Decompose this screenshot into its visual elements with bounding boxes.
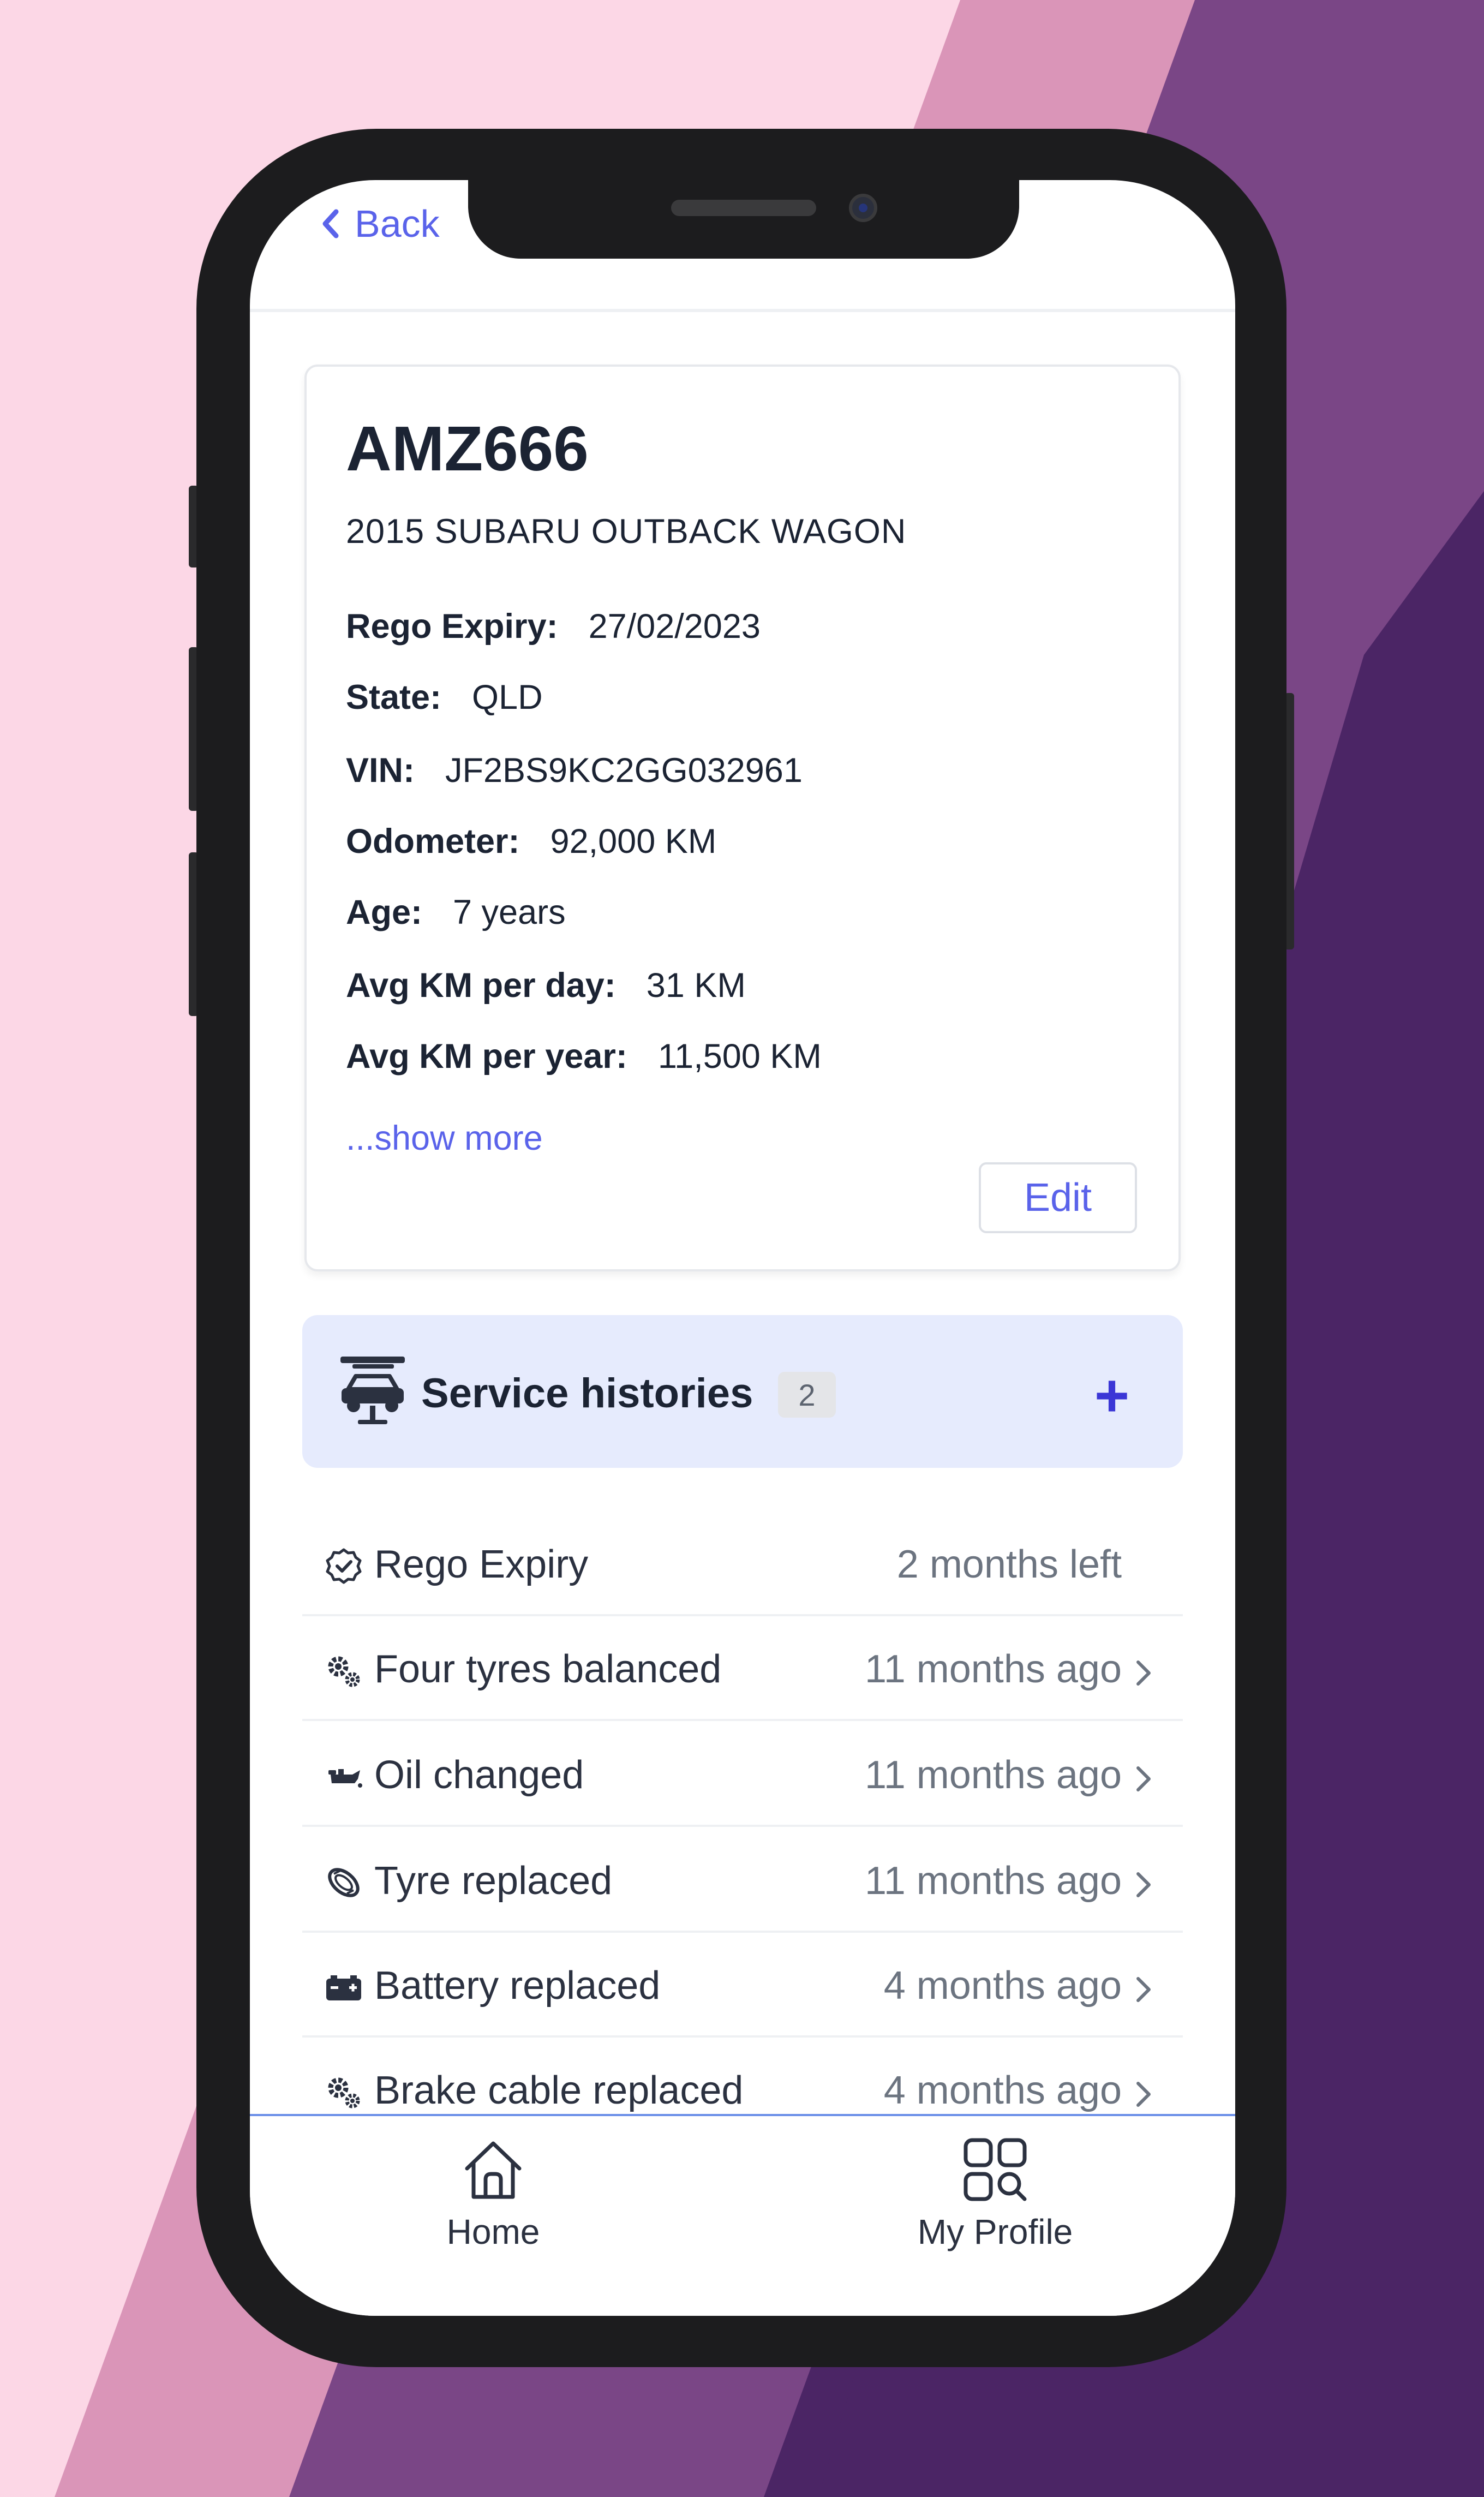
chevron-right-icon (1136, 2082, 1151, 2107)
vehicle-model: 2015 SUBARU OUTBACK WAGON (346, 512, 907, 551)
show-more-link[interactable]: ...show more (346, 1119, 543, 1158)
history-time: 4 months ago (883, 1964, 1122, 2008)
detail-odometer: Odometer: 92,000 KM (346, 822, 716, 861)
history-item-four-tyres-balanced[interactable]: Four tyres balanced 11 months ago (302, 1616, 1183, 1721)
detail-value: 7 years (453, 893, 566, 931)
history-label: Oil changed (374, 1753, 584, 1797)
detail-key: State: (346, 678, 442, 716)
chevron-right-icon (1136, 1977, 1151, 2002)
history-label: Battery replaced (374, 1964, 661, 2008)
chevron-right-icon (1136, 1872, 1151, 1897)
chevron-right-icon (1136, 1660, 1151, 1686)
detail-key: Avg KM per day: (346, 966, 616, 1005)
app-screen: Back AMZ666 2015 SUBARU OUTBACK WAGON Re… (250, 180, 1235, 2316)
detail-vin: VIN: JF2BS9KC2GG032961 (346, 751, 803, 790)
tab-my-profile-label: My Profile (917, 2212, 1073, 2251)
divider (302, 1719, 1183, 1721)
history-label: Brake cable replaced (374, 2069, 744, 2112)
tab-home-label: Home (446, 2212, 540, 2251)
service-count-badge: 2 (778, 1372, 836, 1418)
detail-value: 27/02/2023 (588, 607, 761, 646)
detail-state: State: QLD (346, 678, 543, 717)
divider (302, 1825, 1183, 1827)
detail-value: 11,500 KM (657, 1037, 822, 1076)
oil-can-icon (328, 1769, 362, 1788)
history-time: 11 months ago (865, 1647, 1122, 1691)
detail-value: JF2BS9KC2GG032961 (445, 751, 803, 790)
front-camera (849, 194, 877, 222)
detail-avg-km-year: Avg KM per year: 11,500 KM (346, 1037, 822, 1076)
history-label: Rego Expiry (374, 1543, 589, 1586)
tab-my-profile[interactable]: My Profile (886, 2136, 1104, 2252)
badge-check-icon (326, 1548, 362, 1584)
gears-icon (328, 1656, 360, 1687)
add-service-button[interactable]: + (1086, 1366, 1138, 1426)
history-item-rego-expiry[interactable]: Rego Expiry 2 months left (302, 1512, 1183, 1616)
history-time: 2 months left (896, 1543, 1122, 1586)
history-label: Tyre replaced (374, 1859, 613, 1903)
history-time: 11 months ago (865, 1859, 1122, 1903)
phone-notch (468, 177, 1019, 259)
detail-key: Rego Expiry: (346, 607, 558, 646)
back-label: Back (355, 202, 440, 245)
history-item-battery-replaced[interactable]: Battery replaced 4 months ago (302, 1933, 1183, 2038)
tab-home[interactable]: Home (384, 2136, 602, 2252)
detail-key: Age: (346, 893, 422, 931)
speaker-grille (671, 200, 816, 216)
history-label: Four tyres balanced (374, 1647, 722, 1691)
history-item-oil-changed[interactable]: Oil changed 11 months ago (302, 1722, 1183, 1827)
history-time: 4 months ago (883, 2069, 1122, 2112)
edit-button[interactable]: Edit (979, 1162, 1137, 1233)
battery-icon (326, 1975, 361, 2000)
detail-key: Odometer: (346, 822, 520, 861)
service-histories-title: Service histories (421, 1370, 753, 1417)
detail-value: 92,000 KM (550, 822, 717, 861)
header-divider (250, 309, 1235, 312)
vehicle-plate: AMZ666 (346, 413, 589, 484)
detail-value: 31 KM (646, 966, 746, 1005)
chevron-right-icon (1136, 1766, 1151, 1791)
gears-icon (328, 2077, 360, 2108)
detail-rego-expiry: Rego Expiry: 27/02/2023 (346, 607, 761, 646)
history-time: 11 months ago (865, 1753, 1122, 1797)
chevron-left-icon (322, 209, 339, 238)
detail-value: QLD (472, 678, 543, 716)
tyre-icon (328, 1868, 360, 1897)
back-button[interactable]: Back (321, 202, 440, 246)
detail-key: Avg KM per year: (346, 1037, 627, 1076)
detail-key: VIN: (346, 751, 415, 790)
profile-grid-search-icon (964, 2138, 1027, 2201)
history-item-tyre-replaced[interactable]: Tyre replaced 11 months ago (302, 1828, 1183, 1933)
car-lift-icon (340, 1357, 405, 1424)
detail-age: Age: 7 years (346, 893, 566, 932)
home-icon (465, 2141, 522, 2199)
detail-avg-km-day: Avg KM per day: 31 KM (346, 966, 746, 1005)
